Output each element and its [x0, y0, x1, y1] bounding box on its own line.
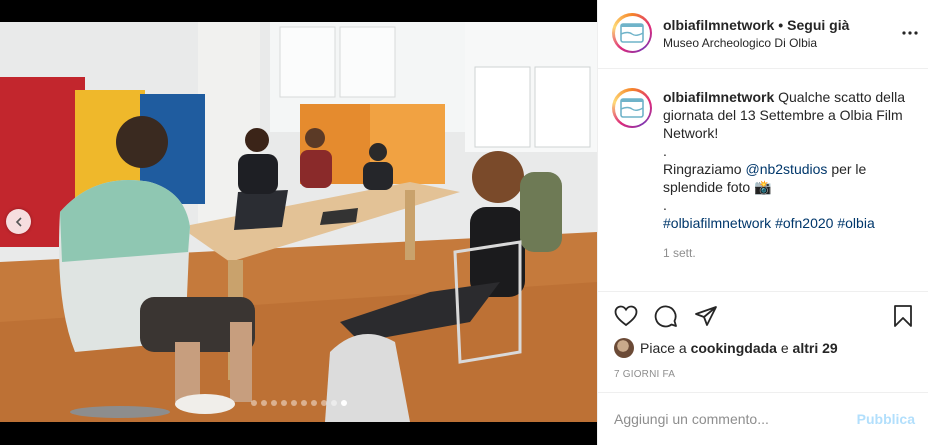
- caption-dot: .: [663, 143, 667, 159]
- save-button[interactable]: [889, 302, 917, 330]
- more-options-button[interactable]: [898, 21, 922, 45]
- carousel-dot: [330, 400, 337, 406]
- chevron-left-icon: [15, 216, 22, 227]
- comment-input[interactable]: [614, 411, 857, 427]
- heart-icon: [614, 305, 638, 327]
- likes-prefix: Piace a: [640, 340, 687, 356]
- caption-avatar[interactable]: [612, 88, 652, 128]
- caption-body: olbiafilmnetwork Qualche scatto della gi…: [663, 88, 919, 142]
- carousel-dot: [310, 400, 317, 406]
- post-header: olbiafilmnetwork • Segui già Museo Archeol…: [612, 13, 922, 53]
- paper-plane-icon: [695, 306, 717, 326]
- username-link[interactable]: olbiafilmnetwork: [663, 17, 774, 33]
- caption-username[interactable]: olbiafilmnetwork: [663, 89, 774, 105]
- post-caption: olbiafilmnetwork Qualche scatto della gi…: [612, 88, 922, 262]
- mention-link[interactable]: @nb2studios: [745, 161, 827, 177]
- comment-icon: [654, 305, 677, 328]
- header-line: olbiafilmnetwork • Segui già: [663, 17, 898, 33]
- carousel-dot: [280, 400, 287, 406]
- comment-form: Pubblica: [598, 392, 928, 445]
- caption-dot: .: [663, 197, 667, 213]
- action-bar: [612, 302, 917, 330]
- comment-button[interactable]: [652, 302, 680, 330]
- post-photo[interactable]: [0, 22, 597, 422]
- carousel-dot: [340, 400, 347, 406]
- carousel-dot: [250, 400, 257, 406]
- follow-status-button[interactable]: Segui già: [787, 17, 849, 33]
- caption-divider: [598, 291, 928, 292]
- header-divider: [598, 68, 928, 69]
- more-options-icon: [902, 31, 918, 35]
- carousel-dot: [300, 400, 307, 406]
- share-button[interactable]: [692, 302, 720, 330]
- liker-username[interactable]: cookingdada: [691, 340, 777, 356]
- film-logo-icon: [620, 23, 644, 43]
- hashtag-link[interactable]: #olbiafilmnetwork: [663, 215, 771, 231]
- caption-thanks: Ringraziamo @nb2studios per le splendide…: [663, 160, 919, 196]
- caption-time: 1 sett.: [663, 246, 696, 260]
- post-side-panel: olbiafilmnetwork • Segui già Museo Archeol…: [597, 0, 928, 445]
- hashtag-link[interactable]: #olbia: [837, 215, 874, 231]
- carousel-prev-button[interactable]: [6, 209, 31, 234]
- likes-summary: Piace a cookingdada e altri 29: [614, 338, 838, 358]
- carousel-dot: [290, 400, 297, 406]
- post-timestamp[interactable]: 7 GIORNI FA: [614, 369, 675, 380]
- liker-avatar[interactable]: [614, 338, 634, 358]
- likes-middle: e: [780, 340, 789, 356]
- film-logo-icon: [620, 98, 644, 118]
- hashtag-list: #olbiafilmnetwork #ofn2020 #olbia: [663, 214, 919, 232]
- likes-others-link[interactable]: altri 29: [793, 340, 838, 356]
- carousel-indicator: [0, 400, 597, 408]
- separator-dot: •: [778, 16, 784, 33]
- hashtag-link[interactable]: #ofn2020: [775, 215, 833, 231]
- bookmark-icon: [894, 305, 912, 327]
- carousel-dot: [320, 400, 327, 406]
- thanks-prefix: Ringraziamo: [663, 161, 742, 177]
- publish-button[interactable]: Pubblica: [857, 411, 915, 427]
- like-button[interactable]: [612, 302, 640, 330]
- location-link[interactable]: Museo Archeologico Di Olbia: [663, 36, 898, 50]
- post-media: [0, 0, 597, 445]
- carousel-dot: [260, 400, 267, 406]
- profile-avatar[interactable]: [612, 13, 652, 53]
- carousel-dot: [270, 400, 277, 406]
